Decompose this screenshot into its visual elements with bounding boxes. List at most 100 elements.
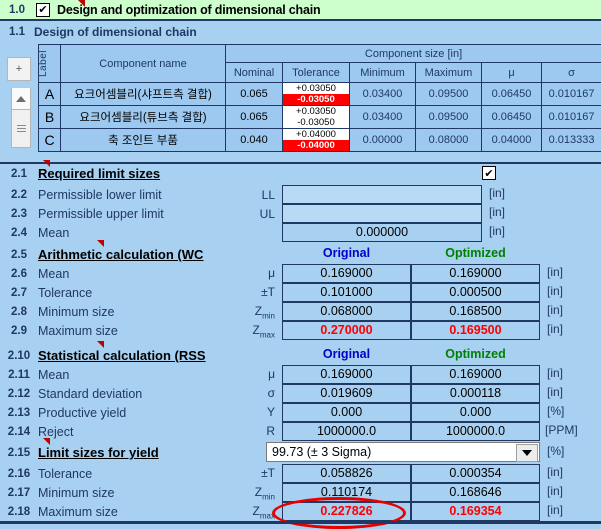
table-row[interactable]: C 축 조인트 부품 0.040 +0.04000 -0.04000 0.000… <box>39 129 601 152</box>
enable-checkbox[interactable]: ✔ <box>36 3 50 17</box>
col-header-mu: μ <box>482 63 542 83</box>
tolerance-lower: -0.04000 <box>283 140 349 151</box>
row-number-2-15: 2.15 <box>0 447 38 459</box>
mean-value: 0.000000 <box>282 223 482 242</box>
field-label-yield-tolerance: Tolerance <box>38 467 92 481</box>
symbol-y: Y <box>240 405 275 419</box>
arith-tolerance-optimized: 0.000500 <box>411 283 540 302</box>
unit-2-4: [in] <box>489 224 505 238</box>
col-header-sigma: σ <box>542 63 601 83</box>
plus-icon: + <box>16 63 22 75</box>
section-header-1-1: 1.1 Design of dimensional chain <box>0 23 601 40</box>
yield-max-original: 0.227826 <box>282 502 411 521</box>
table-header-group-row: Label Component name Component size [in] <box>39 45 601 63</box>
symbol-zmin: Zmin <box>236 304 275 320</box>
field-label-mean: Mean <box>38 226 69 240</box>
unit-2-6: [in] <box>547 265 563 279</box>
component-table: Label Component name Component size [in]… <box>38 44 601 152</box>
unit-2-18: [in] <box>547 503 563 517</box>
col-header-component-name: Component name <box>61 45 226 83</box>
symbol-mu-stat: μ <box>240 367 275 381</box>
column-header-original-stat: Original <box>282 347 411 361</box>
mu-cell: 0.06450 <box>482 106 542 129</box>
tolerance-upper: +0.03050 <box>283 83 349 94</box>
add-row-button[interactable]: + <box>7 57 31 81</box>
minimum-cell: 0.03400 <box>350 83 416 106</box>
arith-mean-optimized: 0.169000 <box>411 264 540 283</box>
arith-max-optimized: 0.169500 <box>411 321 540 340</box>
spreadsheet-canvas: 1.0 ✔ Design and optimization of dimensi… <box>0 0 601 524</box>
unit-2-3: [in] <box>489 205 505 219</box>
unit-2-14: [PPM] <box>545 423 578 437</box>
subsection-title: Design of dimensional chain <box>34 25 197 39</box>
symbol-mu: μ <box>240 266 275 280</box>
section-title-required-limits: Required limit sizes <box>38 166 160 181</box>
component-name-cell[interactable]: 축 조인트 부품 <box>61 129 226 152</box>
tolerance-cell[interactable]: +0.03050 -0.03050 <box>283 106 350 129</box>
sigma-level-dropdown[interactable]: 99.73 (± 3 Sigma) <box>266 442 540 462</box>
row-number-2-8: 2.8 <box>0 306 38 318</box>
symbol-ul: UL <box>245 207 275 221</box>
field-label-yield-min: Minimum size <box>38 486 114 500</box>
tolerance-lower: -0.03050 <box>283 94 349 105</box>
symbol-r: R <box>240 424 275 438</box>
scrollbar-thumb[interactable] <box>11 110 31 148</box>
col-header-minimum: Minimum <box>350 63 416 83</box>
tolerance-lower: -0.03050 <box>283 117 349 128</box>
row-number-1-1: 1.1 <box>0 26 34 38</box>
symbol-zmin-yield: Zmin <box>236 485 275 501</box>
field-label-arith-min: Minimum size <box>38 305 114 319</box>
required-limits-checkbox[interactable]: ✔ <box>482 166 496 180</box>
symbol-sigma: σ <box>240 386 275 400</box>
scroll-up-button[interactable] <box>11 88 31 110</box>
table-row[interactable]: B 요크어셈블리(튜브측 결합) 0.065 +0.03050 -0.03050… <box>39 106 601 129</box>
lower-limit-input[interactable] <box>282 185 482 204</box>
page-title: Design and optimization of dimensional c… <box>57 3 320 17</box>
upper-limit-input[interactable] <box>282 204 482 223</box>
tolerance-cell[interactable]: +0.03050 -0.03050 <box>283 83 350 106</box>
component-name-cell[interactable]: 요크어셈블리(샤프트측 결합) <box>61 83 226 106</box>
row-label: C <box>39 129 61 152</box>
field-label-stat-mean: Mean <box>38 368 69 382</box>
arith-min-optimized: 0.168500 <box>411 302 540 321</box>
chevron-down-icon[interactable] <box>516 444 538 462</box>
nominal-cell[interactable]: 0.065 <box>226 106 283 129</box>
section-title-statistical: Statistical calculation (RSS <box>38 348 206 363</box>
tolerance-cell[interactable]: +0.04000 -0.04000 <box>283 129 350 152</box>
stat-mean-original: 0.169000 <box>282 365 411 384</box>
field-label-lower-limit: Permissible lower limit <box>38 188 162 202</box>
row-number-2-10: 2.10 <box>0 350 38 362</box>
unit-2-13: [%] <box>547 404 564 418</box>
nominal-cell[interactable]: 0.040 <box>226 129 283 152</box>
unit-2-12: [in] <box>547 385 563 399</box>
grip-icon <box>17 125 26 132</box>
column-header-original: Original <box>282 246 411 260</box>
field-label-yield: Productive yield <box>38 406 126 420</box>
field-label-yield-max: Maximum size <box>38 505 118 519</box>
arith-mean-original: 0.169000 <box>282 264 411 283</box>
minimum-cell: 0.03400 <box>350 106 416 129</box>
comment-marker-icon <box>78 0 85 7</box>
row-number-2-4: 2.4 <box>0 227 38 239</box>
row-number-2-16: 2.16 <box>0 468 38 480</box>
maximum-cell: 0.08000 <box>416 129 482 152</box>
symbol-zmax-yield: Zmax <box>236 504 275 520</box>
sigma-cell: 0.013333 <box>542 129 601 152</box>
row-number-2-11: 2.11 <box>0 369 38 381</box>
field-label-std-dev: Standard deviation <box>38 387 142 401</box>
row-number-2-3: 2.3 <box>0 208 38 220</box>
std-dev-optimized: 0.000118 <box>411 384 540 403</box>
section-header-1-0[interactable]: 1.0 ✔ Design and optimization of dimensi… <box>0 0 601 21</box>
maximum-cell: 0.09500 <box>416 83 482 106</box>
symbol-zmax: Zmax <box>236 323 275 339</box>
yield-tolerance-original: 0.058826 <box>282 464 411 483</box>
arith-max-original: 0.270000 <box>282 321 411 340</box>
yield-min-original: 0.110174 <box>282 483 411 502</box>
row-number-2-18: 2.18 <box>0 506 38 518</box>
nominal-cell[interactable]: 0.065 <box>226 83 283 106</box>
row-number-2-13: 2.13 <box>0 407 38 419</box>
row-number-2-1: 2.1 <box>0 168 38 180</box>
table-row[interactable]: A 요크어셈블리(샤프트측 결합) 0.065 +0.03050 -0.0305… <box>39 83 601 106</box>
component-name-cell[interactable]: 요크어셈블리(튜브측 결합) <box>61 106 226 129</box>
field-label-reject: Reject <box>38 425 73 439</box>
